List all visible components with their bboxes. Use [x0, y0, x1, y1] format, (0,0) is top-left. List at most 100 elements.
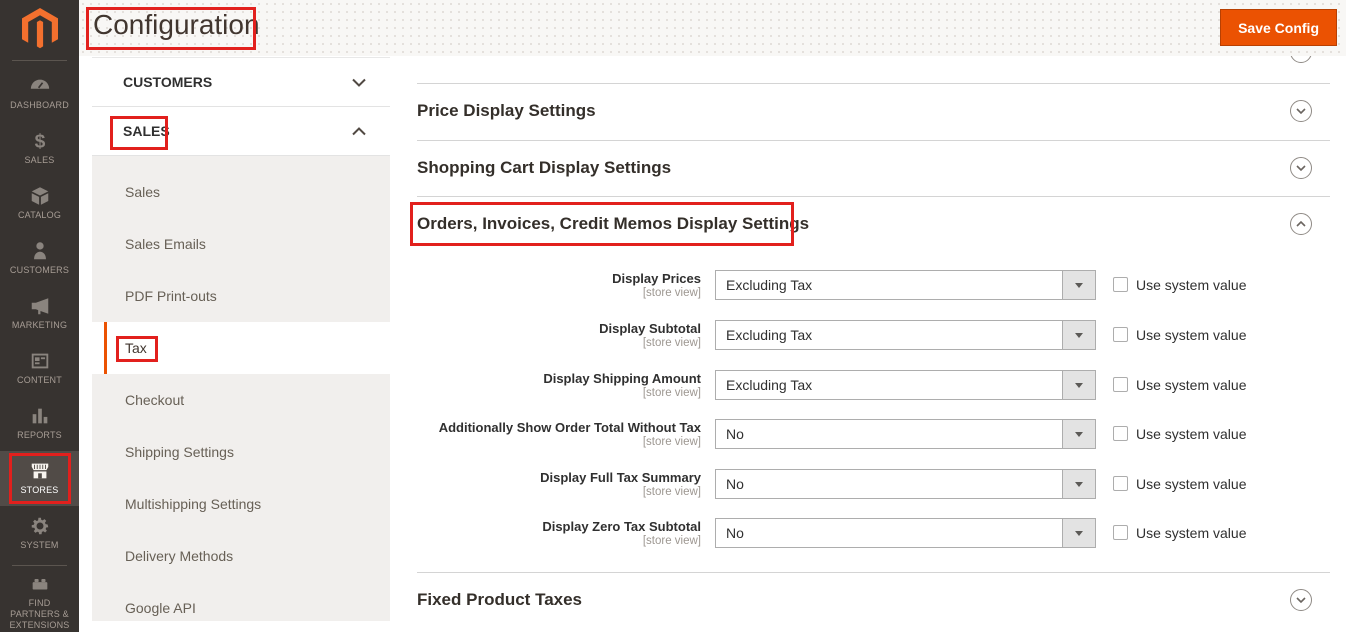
display-shipping-amount-select[interactable]: Excluding Tax: [715, 370, 1096, 400]
config-nav-section-label: SALES: [123, 123, 170, 139]
field-label-text: Display Full Tax Summary: [540, 470, 701, 485]
sidebar-item-find-partners[interactable]: FIND PARTNERS & EXTENSIONS: [0, 571, 79, 632]
config-nav-item-checkout[interactable]: Checkout: [92, 374, 390, 426]
config-nav-item-google-api[interactable]: Google API: [92, 582, 390, 632]
dashboard-icon: [29, 75, 51, 97]
config-nav-item-label: Multishipping Settings: [125, 496, 262, 512]
content-layout-icon: [29, 350, 51, 372]
section-title: Fixed Product Taxes: [417, 590, 583, 609]
section-fixed-product-taxes[interactable]: Fixed Product Taxes: [417, 572, 1330, 628]
config-nav-item-delivery-methods[interactable]: Delivery Methods: [92, 530, 390, 582]
customer-icon: [29, 240, 51, 262]
form-row-display-prices: Display Prices [store view] Excluding Ta…: [417, 270, 1330, 300]
config-nav-item-multishipping-settings[interactable]: Multishipping Settings: [92, 478, 390, 530]
select-value: No: [726, 426, 744, 442]
config-nav-item-label: Sales: [125, 184, 161, 200]
bar-chart-icon: [29, 405, 51, 427]
field-label-text: Display Subtotal: [599, 321, 701, 336]
use-system-value-checkbox[interactable]: [1113, 525, 1128, 540]
field-label: Display Zero Tax Subtotal [store view]: [417, 519, 701, 548]
full-tax-summary-select[interactable]: No: [715, 469, 1096, 499]
section-title: Shopping Cart Display Settings: [417, 158, 672, 177]
config-nav-item-sales[interactable]: Sales: [92, 166, 390, 218]
sidebar-divider: [12, 565, 67, 566]
use-system-value-checkbox[interactable]: [1113, 277, 1128, 292]
sidebar-item-label: CATALOG: [17, 210, 62, 221]
config-nav-item-label: Delivery Methods: [125, 548, 234, 564]
select-value: Excluding Tax: [726, 327, 813, 343]
use-system-value-label[interactable]: Use system value: [1136, 320, 1246, 350]
page-title: Configuration: [93, 9, 260, 40]
use-system-value-label[interactable]: Use system value: [1136, 370, 1246, 400]
chevron-up-icon: [1290, 213, 1312, 235]
field-label: Display Shipping Amount [store view]: [417, 371, 701, 400]
sidebar-item-label: SALES: [24, 155, 55, 166]
dropdown-arrow-icon: [1062, 519, 1095, 547]
select-value: Excluding Tax: [726, 277, 813, 293]
section-orders-invoices-credit-memos[interactable]: Orders, Invoices, Credit Memos Display S…: [417, 196, 1330, 252]
sidebar-item-label: FIND PARTNERS & EXTENSIONS: [9, 597, 70, 631]
dropdown-arrow-icon: [1062, 420, 1095, 448]
use-system-value-checkbox[interactable]: [1113, 476, 1128, 491]
field-label-text: Display Shipping Amount: [543, 371, 701, 386]
config-nav-item-pdf-print-outs[interactable]: PDF Print-outs: [92, 270, 390, 322]
sidebar-item-catalog[interactable]: CATALOG: [0, 176, 79, 231]
sidebar-item-marketing[interactable]: MARKETING: [0, 286, 79, 341]
use-system-value-label[interactable]: Use system value: [1136, 518, 1246, 548]
form-row-order-total-without-tax: Additionally Show Order Total Without Ta…: [417, 419, 1330, 449]
megaphone-icon: [29, 295, 51, 317]
magento-logo[interactable]: [0, 0, 79, 56]
page-header: Configuration Save Config: [79, 0, 1346, 56]
field-label: Display Subtotal [store view]: [417, 321, 701, 350]
gear-icon: [29, 515, 51, 537]
order-total-without-tax-select[interactable]: No: [715, 419, 1096, 449]
config-nav-section-customers[interactable]: CUSTOMERS: [92, 58, 390, 107]
magento-admin-page: DASHBOARD $ SALES CATALOG CUSTOMERS MARK…: [0, 0, 1346, 632]
chevron-down-icon: [1290, 589, 1312, 611]
field-label-text: Display Zero Tax Subtotal: [542, 519, 701, 534]
config-nav-item-sales-emails[interactable]: Sales Emails: [92, 218, 390, 270]
display-prices-select[interactable]: Excluding Tax: [715, 270, 1096, 300]
form-row-zero-tax-subtotal: Display Zero Tax Subtotal [store view] N…: [417, 518, 1330, 548]
sidebar-item-sales[interactable]: $ SALES: [0, 121, 79, 176]
section-title: Price Display Settings: [417, 101, 596, 120]
use-system-value-label[interactable]: Use system value: [1136, 419, 1246, 449]
sidebar-item-content[interactable]: CONTENT: [0, 341, 79, 396]
config-nav-section-label: CUSTOMERS: [123, 74, 213, 90]
use-system-value-checkbox[interactable]: [1113, 327, 1128, 342]
storefront-icon: [29, 460, 51, 482]
select-value: No: [726, 525, 744, 541]
config-nav-item-tax[interactable]: Tax: [92, 322, 390, 374]
config-nav-section-sales[interactable]: SALES: [92, 107, 390, 156]
config-nav-item-label: Google API: [125, 600, 196, 616]
save-config-button[interactable]: Save Config: [1220, 9, 1337, 46]
config-nav-item-shipping-settings[interactable]: Shipping Settings: [92, 426, 390, 478]
select-value: Excluding Tax: [726, 377, 813, 393]
use-system-value-checkbox[interactable]: [1113, 377, 1128, 392]
sidebar-item-dashboard[interactable]: DASHBOARD: [0, 66, 79, 121]
sidebar-item-stores[interactable]: STORES: [0, 451, 79, 506]
section-price-display-settings[interactable]: Price Display Settings: [417, 83, 1330, 139]
collapsed-section-chevron-icon[interactable]: [1290, 56, 1312, 63]
use-system-value-label[interactable]: Use system value: [1136, 469, 1246, 499]
use-system-value-checkbox[interactable]: [1113, 426, 1128, 441]
sidebar-divider: [12, 60, 67, 61]
field-label: Additionally Show Order Total Without Ta…: [417, 420, 701, 449]
chevron-down-icon: [352, 78, 366, 87]
sidebar-item-system[interactable]: SYSTEM: [0, 506, 79, 561]
app-sidebar: DASHBOARD $ SALES CATALOG CUSTOMERS MARK…: [0, 0, 79, 632]
section-shopping-cart-display-settings[interactable]: Shopping Cart Display Settings: [417, 140, 1330, 196]
display-subtotal-select[interactable]: Excluding Tax: [715, 320, 1096, 350]
section-title: Orders, Invoices, Credit Memos Display S…: [417, 214, 810, 233]
sidebar-item-label: DASHBOARD: [10, 100, 69, 111]
sidebar-item-label: CONTENT: [17, 375, 62, 386]
field-label-text: Additionally Show Order Total Without Ta…: [438, 420, 701, 435]
sidebar-item-customers[interactable]: CUSTOMERS: [0, 231, 79, 286]
config-nav-sales-items: Sales Sales Emails PDF Print-outs Tax Ch…: [92, 156, 390, 621]
zero-tax-subtotal-select[interactable]: No: [715, 518, 1096, 548]
config-nav-item-label: PDF Print-outs: [125, 288, 217, 304]
config-main-content: Price Display Settings Shopping Cart Dis…: [417, 56, 1330, 632]
dropdown-arrow-icon: [1062, 321, 1095, 349]
use-system-value-label[interactable]: Use system value: [1136, 270, 1246, 300]
sidebar-item-reports[interactable]: REPORTS: [0, 396, 79, 451]
